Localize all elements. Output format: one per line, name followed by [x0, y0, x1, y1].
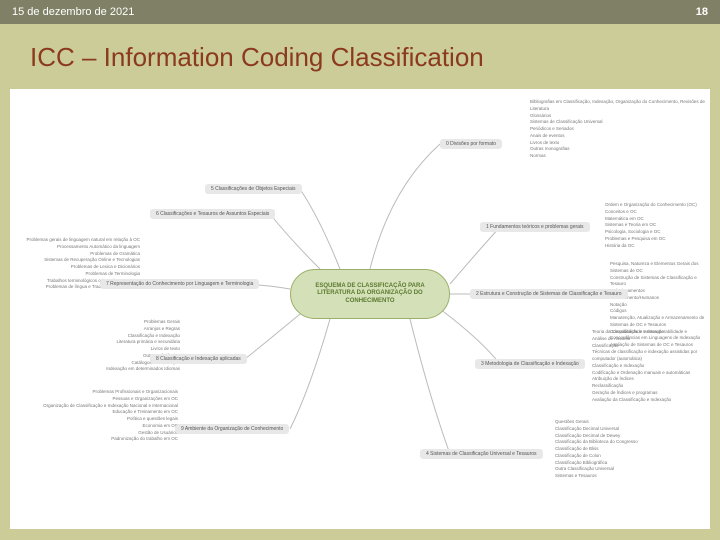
branch-6: 6 Classificações e Tesauros de Assuntos …: [150, 209, 275, 219]
page-title: ICC – Information Coding Classification: [0, 24, 720, 89]
branch-2: 2 Estrutura e Construção de Sistemas de …: [470, 289, 628, 299]
branch-0: 0 Divisões por formato: [440, 139, 502, 149]
branch-9: 9 Ambiente da Organização de Conheciment…: [175, 424, 289, 434]
sub-8: Problemas GeraisArranjos e RegrasClassif…: [40, 319, 180, 373]
mindmap-diagram: ESQUEMA DE CLASSIFICAÇÃO PARA LITERATURA…: [10, 89, 710, 529]
header-date: 15 de dezembro de 2021: [12, 6, 134, 18]
page-number: 18: [696, 6, 708, 18]
branch-7: 7 Representação do Conhecimento por Ling…: [100, 279, 259, 289]
sub-1: Ordem e Organização do Conhecimento (OC)…: [605, 202, 697, 249]
center-node: ESQUEMA DE CLASSIFICAÇÃO PARA LITERATURA…: [290, 269, 450, 319]
sub-9: Problemas Profissionais e Organizacionai…: [18, 389, 178, 443]
sub-4: Questões GeraisClassificação Decimal Uni…: [555, 419, 638, 480]
header-bar: 15 de dezembro de 2021 18: [0, 0, 720, 24]
branch-3: 3 Metodologia de Classificação e Indexaç…: [475, 359, 585, 369]
branch-8: 8 Classificação e Indexação aplicadas: [150, 354, 247, 364]
branch-4: 4 Sistemas de Classificação Universal e …: [420, 449, 543, 459]
branch-5: 5 Classificações de Objetos Especiais: [205, 184, 302, 194]
branch-1: 1 Fundamentos teóricos e problemas gerai…: [480, 222, 590, 232]
sub-3: Teoria da Classificação e IndexaçãoAnáli…: [592, 329, 710, 403]
sub-0: Bibliografias em Classificação, Indexaçã…: [530, 99, 710, 160]
